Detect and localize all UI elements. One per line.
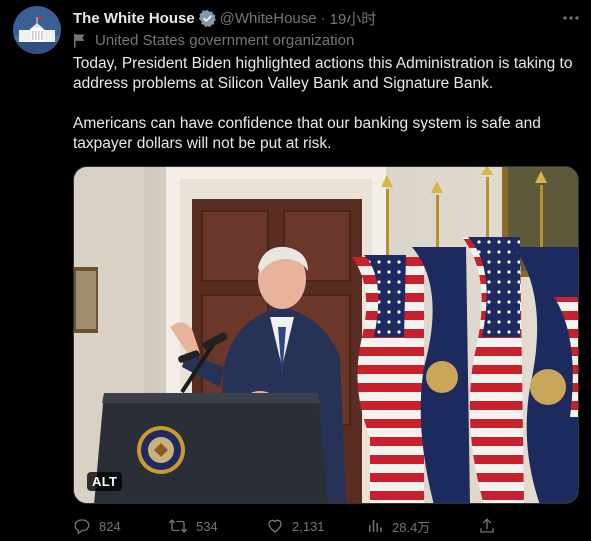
like-icon xyxy=(268,519,282,533)
affiliation-label: United States government organization xyxy=(73,31,354,49)
verified-badge-icon[interactable] xyxy=(198,9,216,27)
timestamp[interactable]: 19小时 xyxy=(330,8,377,29)
tweet-photo[interactable]: ALT xyxy=(73,166,579,504)
like-button[interactable]: 2,131 xyxy=(266,514,325,538)
alt-badge[interactable]: ALT xyxy=(87,472,123,491)
press-conference-photo xyxy=(74,167,578,503)
like-count: 2,131 xyxy=(292,518,325,534)
affiliation-text: United States government organization xyxy=(95,31,355,49)
action-bar: 824 534 2,131 28.4万 xyxy=(73,514,503,538)
more-icon[interactable] xyxy=(561,8,581,28)
reply-count: 824 xyxy=(99,518,121,534)
tweet-text: Today, President Biden highlighted actio… xyxy=(73,54,583,154)
share-button[interactable] xyxy=(478,514,504,538)
tweet-header: The White House @WhiteHouse · 19小时 xyxy=(73,8,581,28)
retweet-count: 534 xyxy=(196,518,218,534)
views-button[interactable]: 28.4万 xyxy=(366,514,430,538)
reply-button[interactable]: 824 xyxy=(73,514,121,538)
views-icon xyxy=(369,520,382,532)
presidential-seal xyxy=(137,426,185,474)
views-count: 28.4万 xyxy=(392,519,431,535)
display-name[interactable]: The White House xyxy=(73,10,195,27)
separator-dot: · xyxy=(320,9,326,27)
tweet-paragraph-1: Today, President Biden highlighted actio… xyxy=(73,55,573,92)
avatar[interactable] xyxy=(13,6,61,54)
tweet: The White House @WhiteHouse · 19小时 Unite… xyxy=(0,0,591,541)
reply-icon xyxy=(74,519,90,535)
retweet-button[interactable]: 534 xyxy=(168,514,218,538)
handle[interactable]: @WhiteHouse xyxy=(220,10,317,27)
share-icon xyxy=(480,518,494,533)
white-house-logo xyxy=(13,6,61,54)
retweet-icon xyxy=(168,519,188,533)
flag-icon xyxy=(74,33,85,47)
tweet-paragraph-2: Americans can have confidence that our b… xyxy=(73,115,541,152)
